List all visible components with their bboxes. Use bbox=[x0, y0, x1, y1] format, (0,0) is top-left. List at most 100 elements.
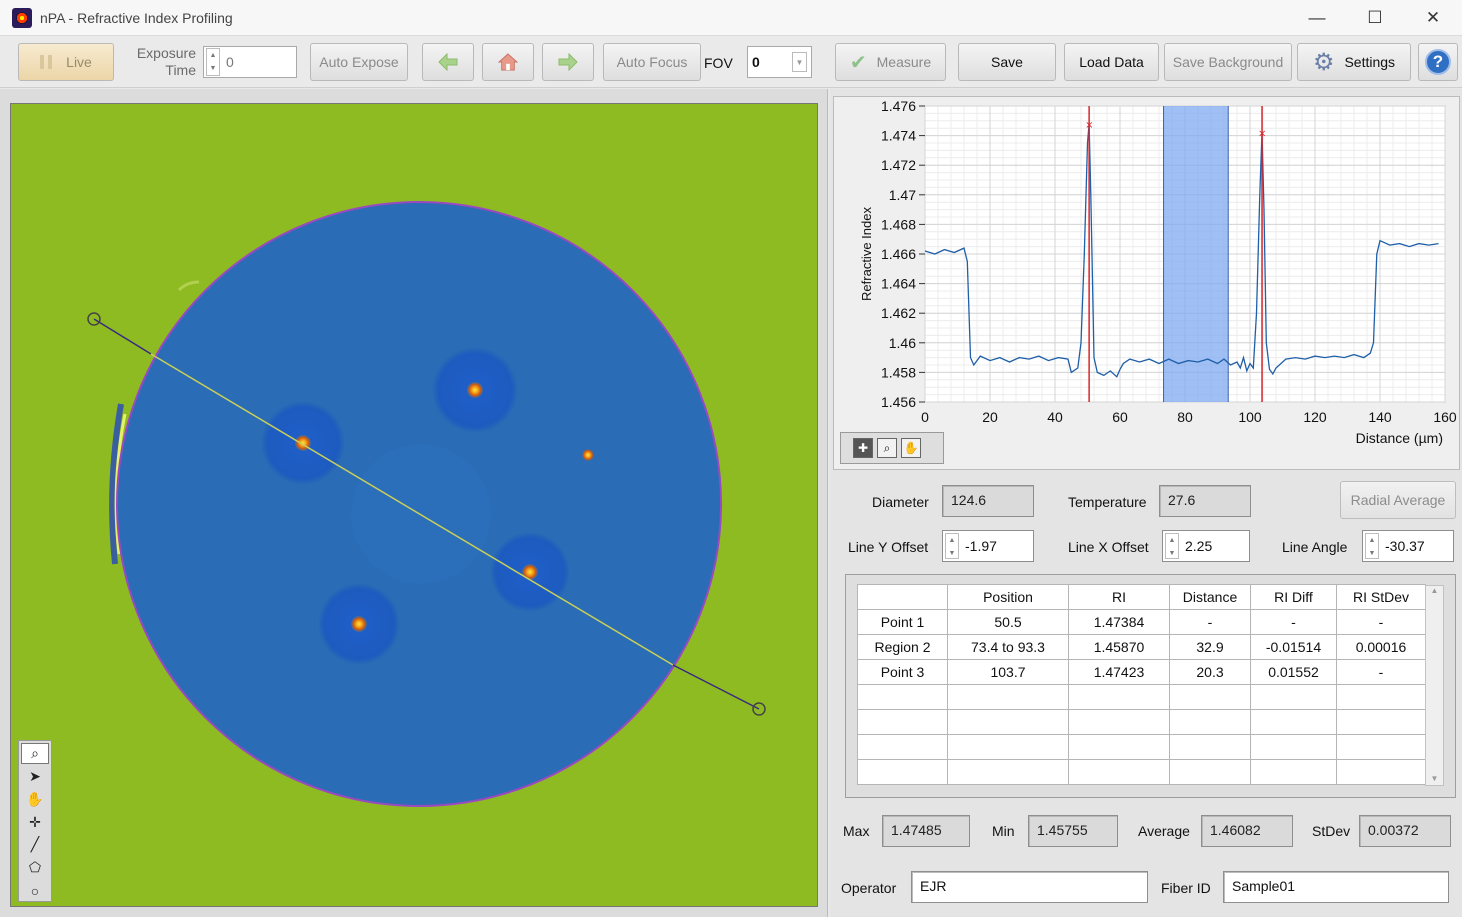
table-cell[interactable]: 1.47384 bbox=[1068, 609, 1170, 635]
table-cell[interactable]: 1.47423 bbox=[1068, 659, 1170, 685]
chevron-down-icon[interactable]: ▼ bbox=[792, 52, 807, 72]
table-cell[interactable]: 20.3 bbox=[1169, 659, 1251, 685]
line-angle-input[interactable]: ▲ ▼ -30.37 bbox=[1362, 530, 1454, 562]
operator-input[interactable]: EJR bbox=[911, 871, 1148, 903]
table-cell[interactable]: Region 2 bbox=[857, 634, 948, 660]
back-button[interactable] bbox=[422, 43, 474, 81]
table-cell[interactable] bbox=[1336, 709, 1426, 735]
fiber-id-input[interactable]: Sample01 bbox=[1223, 871, 1449, 903]
table-row[interactable]: Point 3 103.7 1.47423 20.3 0.01552- bbox=[857, 659, 1426, 685]
line-tool-icon[interactable]: ╱ bbox=[21, 834, 49, 855]
table-cell[interactable] bbox=[1068, 709, 1170, 735]
table-row[interactable] bbox=[857, 734, 1426, 760]
table-row[interactable] bbox=[857, 684, 1426, 710]
exposure-time-input[interactable]: ▲ ▼ 0 bbox=[203, 46, 297, 78]
table-cell[interactable] bbox=[857, 759, 948, 785]
minimize-button[interactable]: — bbox=[1288, 0, 1346, 36]
graph-cursor-icon[interactable]: ✚ bbox=[853, 438, 873, 458]
table-row[interactable]: Point 1 50.5 1.47384- - - bbox=[857, 609, 1426, 635]
fov-select[interactable]: 0 ▼ bbox=[747, 46, 812, 78]
close-button[interactable]: ✕ bbox=[1404, 0, 1462, 36]
table-cell[interactable] bbox=[857, 734, 948, 760]
y-tick-label: 1.47 bbox=[889, 187, 916, 203]
table-row[interactable] bbox=[857, 759, 1426, 785]
load-data-button[interactable]: Load Data bbox=[1064, 43, 1159, 81]
graph-zoom-icon[interactable]: ⌕ bbox=[877, 438, 897, 458]
table-cell[interactable] bbox=[1336, 759, 1426, 785]
table-cell[interactable] bbox=[857, 684, 948, 710]
table-cell[interactable] bbox=[1336, 684, 1426, 710]
table-cell[interactable]: - bbox=[1250, 609, 1337, 635]
table-cell[interactable]: Point 3 bbox=[857, 659, 948, 685]
table-cell[interactable] bbox=[1250, 734, 1337, 760]
measure-button[interactable]: ✔ Measure bbox=[835, 43, 946, 81]
table-cell[interactable]: 1.45870 bbox=[1068, 634, 1170, 660]
table-cell[interactable] bbox=[947, 709, 1069, 735]
table-cell[interactable] bbox=[1169, 759, 1251, 785]
table-cell[interactable]: 50.5 bbox=[947, 609, 1069, 635]
crosshair-icon[interactable]: ✛ bbox=[21, 812, 49, 833]
radial-average-button[interactable]: Radial Average bbox=[1340, 481, 1456, 519]
x-tick-label: 100 bbox=[1238, 409, 1262, 425]
table-cell[interactable] bbox=[1250, 709, 1337, 735]
settings-button[interactable]: ⚙ Settings bbox=[1297, 43, 1411, 81]
maximize-button[interactable]: ☐ bbox=[1346, 0, 1404, 36]
table-cell[interactable]: - bbox=[1336, 609, 1426, 635]
pointer-icon[interactable]: ➤ bbox=[21, 766, 49, 787]
auto-focus-button[interactable]: Auto Focus bbox=[603, 43, 701, 81]
polygon-tool-icon[interactable]: ⬠ bbox=[21, 857, 49, 878]
table-cell[interactable] bbox=[947, 734, 1069, 760]
table-cell[interactable] bbox=[1169, 709, 1251, 735]
save-button[interactable]: Save bbox=[958, 43, 1056, 81]
help-button[interactable]: ? bbox=[1418, 43, 1458, 81]
spinner-arrows[interactable]: ▲ ▼ bbox=[1165, 533, 1179, 559]
table-cell[interactable] bbox=[857, 709, 948, 735]
table-cell[interactable] bbox=[1250, 759, 1337, 785]
spinner-arrows[interactable]: ▲ ▼ bbox=[945, 533, 959, 559]
spinner-arrows[interactable]: ▲ ▼ bbox=[1365, 533, 1379, 559]
fiber-image-panel[interactable] bbox=[10, 103, 818, 907]
max-label: Max bbox=[843, 823, 870, 839]
table-cell[interactable] bbox=[1169, 734, 1251, 760]
scroll-down-icon[interactable]: ▼ bbox=[1426, 774, 1443, 783]
table-cell[interactable] bbox=[1068, 684, 1170, 710]
table-cell[interactable]: - bbox=[1336, 659, 1426, 685]
spinner-arrows[interactable]: ▲ ▼ bbox=[206, 48, 220, 76]
save-background-button[interactable]: Save Background bbox=[1164, 43, 1292, 81]
live-button[interactable]: Live bbox=[18, 43, 114, 81]
table-cell[interactable]: 0.00016 bbox=[1336, 634, 1426, 660]
table-cell[interactable] bbox=[1068, 759, 1170, 785]
x-tick-label: 80 bbox=[1177, 409, 1193, 425]
table-cell[interactable] bbox=[947, 684, 1069, 710]
operator-label: Operator bbox=[841, 880, 897, 896]
forward-button[interactable] bbox=[542, 43, 594, 81]
x-tick-label: 20 bbox=[982, 409, 998, 425]
table-cell[interactable] bbox=[1169, 684, 1251, 710]
table-scrollbar[interactable]: ▲ ▼ bbox=[1425, 585, 1444, 786]
x-axis-label: Distance (µm) bbox=[1356, 430, 1443, 446]
table-cell[interactable]: 73.4 to 93.3 bbox=[947, 634, 1069, 660]
table-cell[interactable]: -0.01514 bbox=[1250, 634, 1337, 660]
circle-tool-icon[interactable]: ○ bbox=[21, 880, 49, 901]
graph-pan-icon[interactable]: ✋ bbox=[901, 438, 921, 458]
table-row[interactable] bbox=[857, 709, 1426, 735]
table-cell[interactable]: 32.9 bbox=[1169, 634, 1251, 660]
table-cell[interactable] bbox=[1068, 734, 1170, 760]
pan-icon[interactable]: ✋ bbox=[21, 789, 49, 810]
line-x-offset-input[interactable]: ▲ ▼ 2.25 bbox=[1162, 530, 1250, 562]
table-cell[interactable]: 0.01552 bbox=[1250, 659, 1337, 685]
line-y-offset-input[interactable]: ▲ ▼ -1.97 bbox=[942, 530, 1034, 562]
profile-graph[interactable]: 0 20 40 60 80 100 120 140 160 1.456 1.458 1.46 1.462… bbox=[833, 96, 1460, 470]
scroll-up-icon[interactable]: ▲ bbox=[1426, 586, 1443, 595]
table-row[interactable]: Region 2 73.4 to 93.3 1.45870 32.9 -0.01514 0… bbox=[857, 634, 1426, 660]
table-cell[interactable]: 103.7 bbox=[947, 659, 1069, 685]
home-button[interactable] bbox=[482, 43, 534, 81]
table-cell[interactable] bbox=[947, 759, 1069, 785]
zoom-icon[interactable]: ⌕ bbox=[21, 743, 49, 764]
table-cell[interactable] bbox=[1250, 684, 1337, 710]
table-cell[interactable]: Point 1 bbox=[857, 609, 948, 635]
max-value: 1.47485 bbox=[882, 815, 970, 847]
auto-expose-button[interactable]: Auto Expose bbox=[310, 43, 408, 81]
table-cell[interactable]: - bbox=[1169, 609, 1251, 635]
table-cell[interactable] bbox=[1336, 734, 1426, 760]
